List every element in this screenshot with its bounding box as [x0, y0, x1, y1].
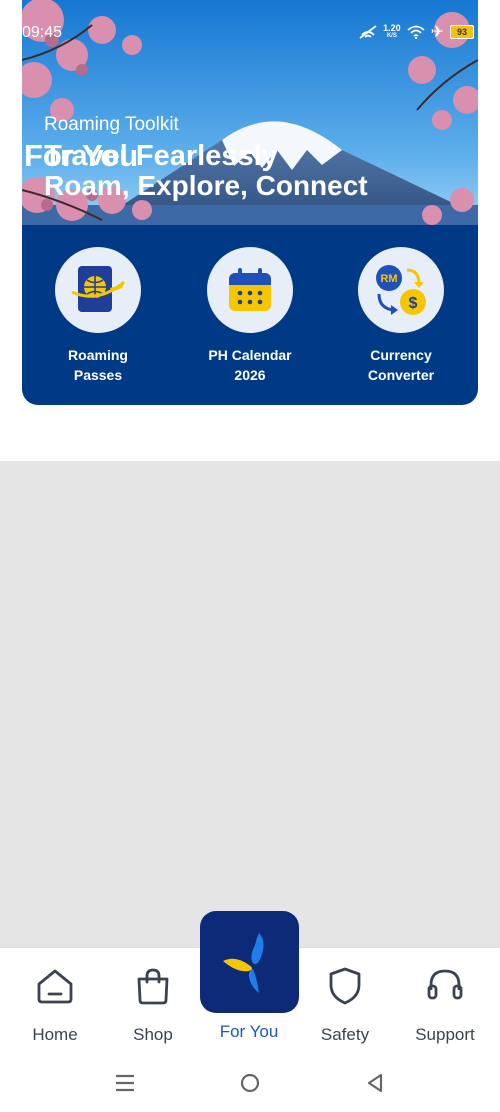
headset-icon: [427, 969, 463, 1000]
for-you-center-button[interactable]: [200, 911, 299, 1013]
hero-banner: 09:45 1.20 K/S ✈ 93 Roaming Toolkit Trav…: [22, 0, 478, 225]
hero-kicker: Roaming Toolkit: [44, 114, 179, 135]
brand-logo-icon: [222, 933, 264, 993]
status-time: 09:45: [22, 24, 63, 41]
nav-support[interactable]: Support: [400, 966, 490, 1045]
nav-safety[interactable]: Safety: [300, 966, 390, 1045]
shield-icon: [329, 967, 361, 1005]
tool-label: Roaming Passes: [68, 347, 128, 383]
nav-label: Safety: [320, 1025, 370, 1044]
nav-for-you[interactable]: For You: [204, 1022, 294, 1042]
tool-label: PH Calendar 2026: [208, 347, 292, 383]
nav-label: Shop: [133, 1025, 173, 1044]
roaming-passes-button[interactable]: Roaming Passes: [43, 247, 153, 385]
tool-label: Currency Converter: [367, 347, 435, 383]
shopping-bag-icon: [137, 968, 169, 1005]
network-speed: 1.20 K/S: [383, 23, 401, 40]
airplane-mode-icon: ✈: [430, 24, 444, 41]
page-title: For You: [24, 138, 139, 173]
recent-apps-button[interactable]: [110, 1068, 140, 1098]
svg-text:$: $: [409, 295, 418, 312]
back-system-button[interactable]: [360, 1068, 390, 1098]
roaming-toolkit-card: 09:45 1.20 K/S ✈ 93 Roaming Toolkit Trav…: [22, 0, 478, 405]
nav-shop[interactable]: Shop: [108, 966, 198, 1045]
no-signal-icon: [359, 25, 377, 39]
home-icon: [37, 969, 73, 1004]
home-system-button[interactable]: [235, 1068, 265, 1098]
nav-home[interactable]: Home: [10, 966, 100, 1045]
nav-label: Home: [32, 1025, 78, 1044]
wifi-icon: [407, 25, 425, 39]
nav-label: Support: [415, 1025, 475, 1044]
circle-home-icon: [240, 1073, 260, 1093]
nav-label: For You: [219, 1022, 279, 1041]
currency-exchange-icon: RM $: [358, 247, 444, 333]
hero-subheadline: Roam, Explore, Connect: [44, 170, 368, 201]
content-placeholder: [0, 461, 500, 947]
battery-indicator: 93: [450, 25, 474, 39]
passport-plane-icon: [55, 247, 141, 333]
ph-calendar-button[interactable]: PH Calendar 2026: [195, 247, 305, 385]
status-bar: 09:45 1.20 K/S ✈ 93: [22, 22, 478, 44]
back-triangle-icon: [367, 1073, 383, 1093]
svg-text:RM: RM: [380, 273, 397, 285]
menu-lines-icon: [116, 1074, 134, 1092]
calendar-icon: [207, 247, 293, 333]
currency-converter-button[interactable]: RM $ Currency Converter: [346, 247, 456, 385]
